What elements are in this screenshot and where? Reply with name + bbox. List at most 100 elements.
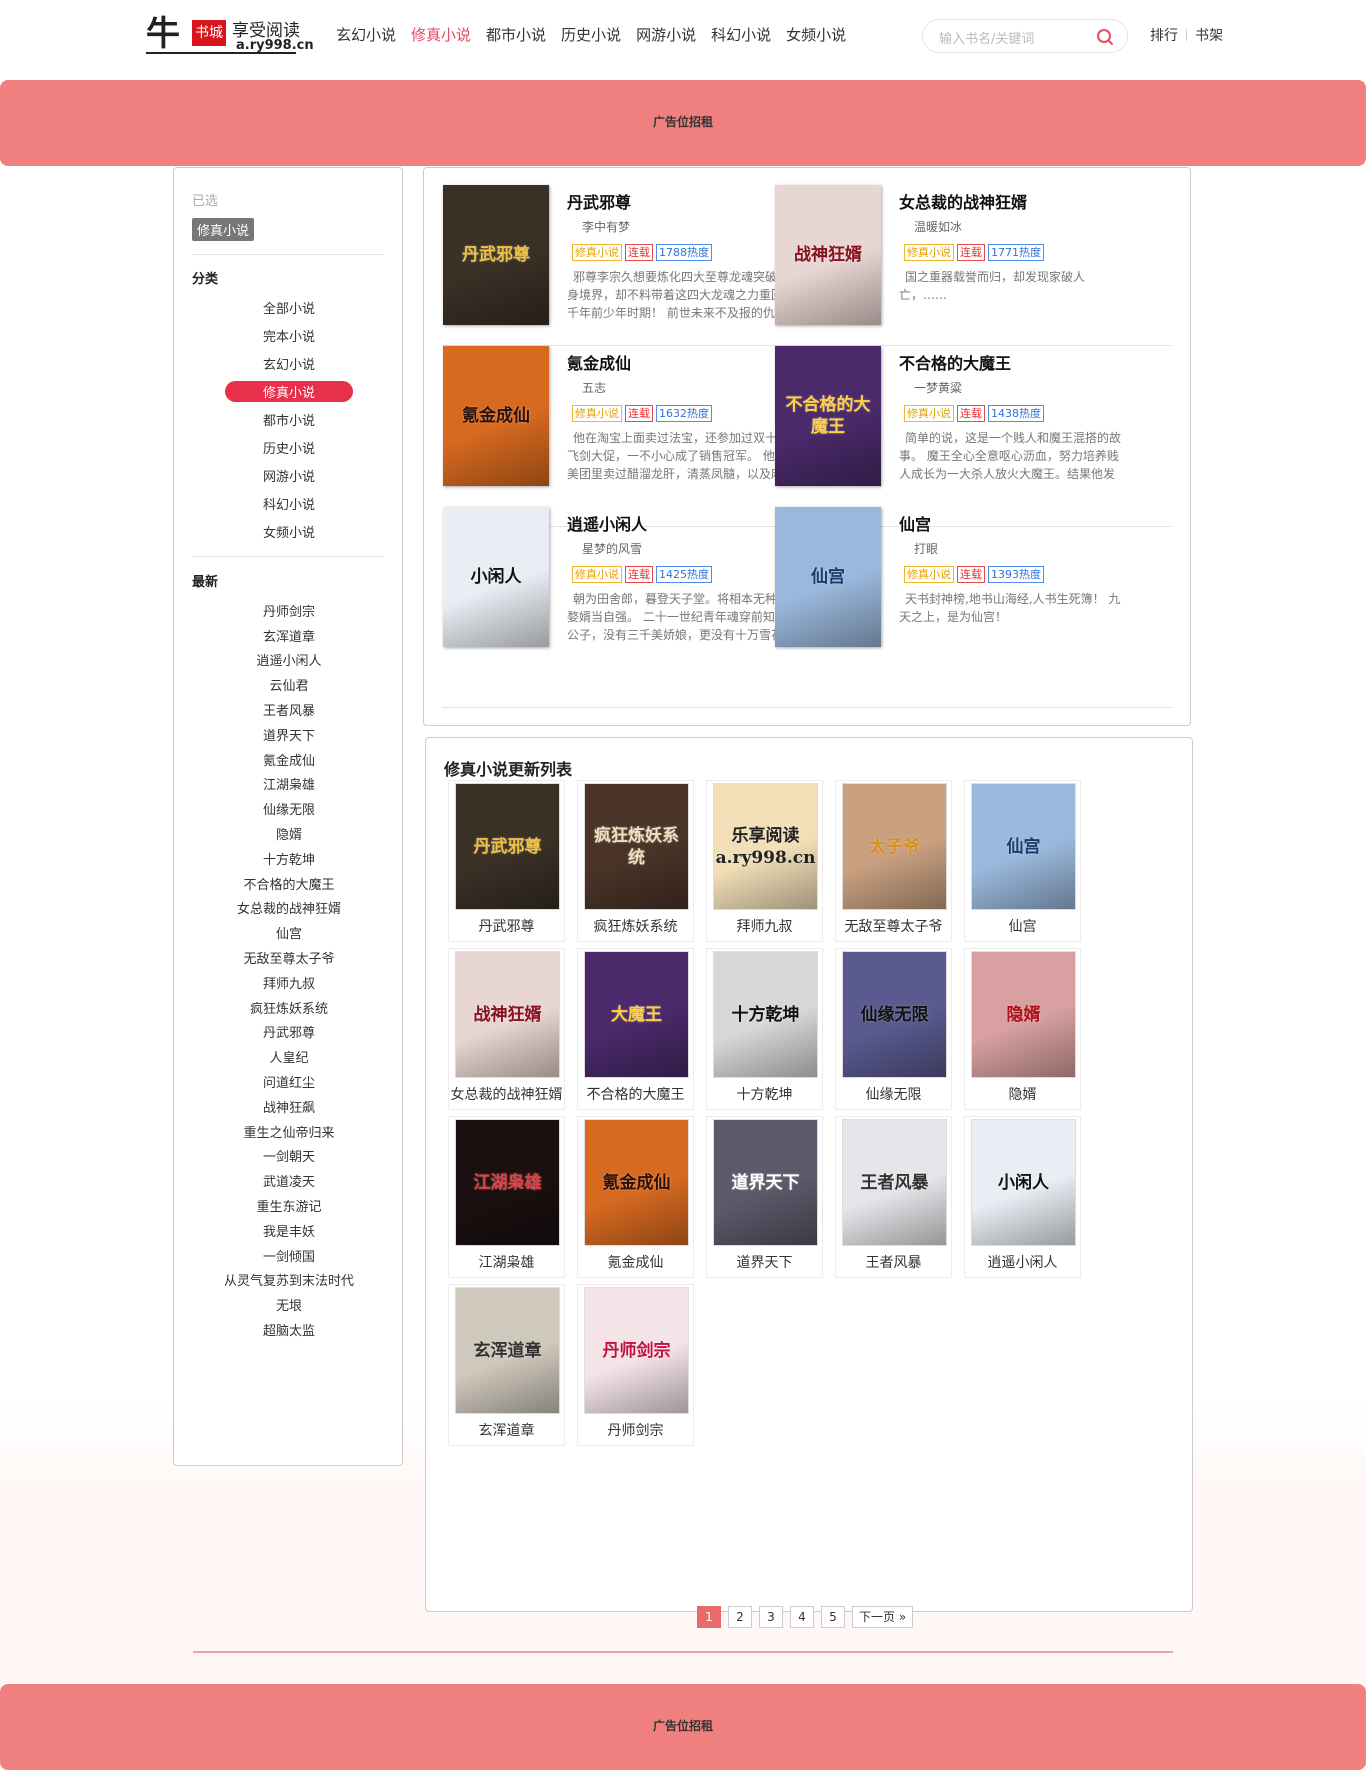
latest-book-link[interactable]: 玄浑道章 bbox=[174, 623, 404, 648]
book-title[interactable]: 王者风暴 bbox=[836, 1252, 951, 1272]
book-title[interactable]: 无敌至尊太子爷 bbox=[836, 916, 951, 936]
book-title[interactable]: 逍遥小闲人 bbox=[965, 1252, 1080, 1272]
latest-book-link[interactable]: 不合格的大魔王 bbox=[174, 871, 404, 896]
featured-book[interactable]: 氪金成仙 氪金成仙 五志 修真小说 连载 1632热度 他在淘宝上面卖过法宝，还参加过双十一… bbox=[424, 329, 795, 486]
book-cover[interactable]: 丹师剑宗 bbox=[584, 1287, 689, 1414]
book-card[interactable]: 十方乾坤 十方乾坤 bbox=[706, 948, 823, 1110]
book-card[interactable]: 江湖枭雄 江湖枭雄 bbox=[448, 1116, 565, 1278]
latest-book-link[interactable]: 女总裁的战神狂婿 bbox=[174, 896, 404, 921]
latest-book-link[interactable]: 我是丰妖 bbox=[174, 1218, 404, 1243]
latest-book-link[interactable]: 战神狂飙 bbox=[174, 1094, 404, 1119]
book-cover[interactable]: 仙宫 bbox=[971, 783, 1076, 910]
book-title[interactable]: 丹师剑宗 bbox=[578, 1420, 693, 1440]
page-button[interactable]: 1 bbox=[697, 1606, 721, 1628]
book-card[interactable]: 疯狂炼妖系统 疯狂炼妖系统 bbox=[577, 780, 694, 942]
book-title[interactable]: 不合格的大魔王 bbox=[578, 1084, 693, 1104]
book-title[interactable]: 女总裁的战神狂婿 bbox=[449, 1084, 564, 1104]
site-logo[interactable]: 牛 书城 享受阅读 a.ry998.cn bbox=[146, 14, 314, 56]
book-cover[interactable]: 玄浑道章 bbox=[455, 1287, 560, 1414]
book-title[interactable]: 氪金成仙 bbox=[567, 350, 631, 374]
book-card[interactable]: 王者风暴 王者风暴 bbox=[835, 1116, 952, 1278]
rank-link[interactable]: 排行 bbox=[1150, 25, 1178, 45]
latest-book-link[interactable]: 重生之仙帝归来 bbox=[174, 1119, 404, 1144]
book-title[interactable]: 隐婿 bbox=[965, 1084, 1080, 1104]
book-card[interactable]: 隐婿 隐婿 bbox=[964, 948, 1081, 1110]
book-cover[interactable]: 江湖枭雄 bbox=[455, 1119, 560, 1246]
sidebar-item[interactable]: 网游小说 bbox=[174, 461, 404, 489]
sidebar-item[interactable]: 完本小说 bbox=[174, 321, 404, 349]
sidebar-item[interactable]: 玄幻小说 bbox=[174, 349, 404, 377]
latest-book-link[interactable]: 问道红尘 bbox=[174, 1069, 404, 1094]
book-title[interactable]: 丹武邪尊 bbox=[449, 916, 564, 936]
latest-book-link[interactable]: 拜师九叔 bbox=[174, 970, 404, 995]
search-icon[interactable] bbox=[1095, 27, 1115, 47]
book-cover[interactable]: 丹武邪尊 bbox=[443, 185, 549, 325]
book-cover[interactable]: 仙缘无限 bbox=[842, 951, 947, 1078]
book-cover[interactable]: 太子爷 bbox=[842, 783, 947, 910]
book-cover[interactable]: 大魔王 bbox=[584, 951, 689, 1078]
latest-book-link[interactable]: 无敌至尊太子爷 bbox=[174, 945, 404, 970]
book-card[interactable]: 仙宫 仙宫 bbox=[964, 780, 1081, 942]
page-button[interactable]: 5 bbox=[821, 1606, 845, 1628]
book-title[interactable]: 十方乾坤 bbox=[707, 1084, 822, 1104]
sidebar-item[interactable]: 全部小说 bbox=[174, 293, 404, 321]
nav-item[interactable]: 科幻小说 bbox=[711, 24, 771, 46]
latest-book-link[interactable]: 隐婿 bbox=[174, 821, 404, 846]
latest-book-link[interactable]: 重生东游记 bbox=[174, 1193, 404, 1218]
latest-book-link[interactable]: 仙宫 bbox=[174, 920, 404, 945]
nav-item[interactable]: 女频小说 bbox=[786, 24, 846, 46]
book-card[interactable]: 战神狂婿 女总裁的战神狂婿 bbox=[448, 948, 565, 1110]
book-card[interactable]: 乐享阅读 a.ry998.cn 拜师九叔 bbox=[706, 780, 823, 942]
latest-book-link[interactable]: 一剑倾国 bbox=[174, 1243, 404, 1268]
ad-banner-top[interactable]: 广告位招租 bbox=[0, 80, 1366, 166]
book-card[interactable]: 丹武邪尊 丹武邪尊 bbox=[448, 780, 565, 942]
nav-item[interactable]: 玄幻小说 bbox=[336, 24, 396, 46]
featured-book[interactable]: 小闲人 逍遥小闲人 星梦的风雪 修真小说 连载 1425热度 朝为田舍郎，暮登天子堂。将相本… bbox=[424, 490, 794, 647]
book-card[interactable]: 太子爷无敌至尊太子爷 bbox=[835, 780, 952, 942]
book-title[interactable]: 逍遥小闲人 bbox=[567, 511, 647, 535]
latest-book-link[interactable]: 人皇纪 bbox=[174, 1044, 404, 1069]
book-cover[interactable]: 不合格的大魔王 bbox=[775, 346, 881, 486]
latest-book-link[interactable]: 超脑太监 bbox=[174, 1317, 404, 1342]
nav-item[interactable]: 都市小说 bbox=[486, 24, 546, 46]
latest-book-link[interactable]: 丹武邪尊 bbox=[174, 1020, 404, 1045]
book-title[interactable]: 江湖枭雄 bbox=[449, 1252, 564, 1272]
latest-book-link[interactable]: 疯狂炼妖系统 bbox=[174, 995, 404, 1020]
book-card[interactable]: 仙缘无限 仙缘无限 bbox=[835, 948, 952, 1110]
book-title[interactable]: 仙宫 bbox=[965, 916, 1080, 936]
ad-banner-bottom[interactable]: 广告位招租 bbox=[0, 1684, 1366, 1770]
search-input[interactable]: 输入书名/关键词 bbox=[939, 28, 1034, 47]
book-card[interactable]: 玄浑道章 玄浑道章 bbox=[448, 1284, 565, 1446]
latest-book-link[interactable]: 云仙君 bbox=[174, 672, 404, 697]
book-title[interactable]: 氪金成仙 bbox=[578, 1252, 693, 1272]
sidebar-item[interactable]: 女频小说 bbox=[174, 517, 404, 545]
latest-book-link[interactable]: 从灵气复苏到末法时代 bbox=[174, 1268, 404, 1293]
book-card[interactable]: 大魔王不合格的大魔王 bbox=[577, 948, 694, 1110]
featured-book[interactable]: 不合格的大魔王 不合格的大魔王 一梦黄粱 修真小说 连载 1438热度 简单的说，这是一个贱… bbox=[756, 329, 1126, 486]
latest-book-link[interactable]: 王者风暴 bbox=[174, 697, 404, 722]
book-cover[interactable]: 仙宫 bbox=[775, 507, 881, 647]
search-box[interactable]: 输入书名/关键词 bbox=[922, 19, 1128, 53]
book-cover[interactable]: 小闲人 bbox=[971, 1119, 1076, 1246]
nav-item[interactable]: 历史小说 bbox=[561, 24, 621, 46]
latest-book-link[interactable]: 江湖枭雄 bbox=[174, 772, 404, 797]
book-cover[interactable]: 十方乾坤 bbox=[713, 951, 818, 1078]
book-title[interactable]: 丹武邪尊 bbox=[567, 189, 631, 213]
next-page-button[interactable]: 下一页 » bbox=[852, 1606, 914, 1628]
book-title[interactable]: 仙缘无限 bbox=[836, 1084, 951, 1104]
book-title[interactable]: 道界天下 bbox=[707, 1252, 822, 1272]
sidebar-item[interactable]: 修真小说 bbox=[174, 377, 404, 405]
book-card[interactable]: 氪金成仙 氪金成仙 bbox=[577, 1116, 694, 1278]
book-title[interactable]: 女总裁的战神狂婿 bbox=[899, 189, 1027, 213]
featured-book[interactable]: 丹武邪尊 丹武邪尊 李中有梦 修真小说 连载 1788热度 邪尊李宗久想要炼化四大至尊龙魂突… bbox=[424, 168, 795, 325]
sidebar-item[interactable]: 都市小说 bbox=[174, 405, 404, 433]
selected-filter-tag[interactable]: 修真小说 bbox=[192, 218, 255, 241]
book-card[interactable]: 丹师剑宗 丹师剑宗 bbox=[577, 1284, 694, 1446]
book-cover[interactable]: 隐婿 bbox=[971, 951, 1076, 1078]
featured-book[interactable]: 战神狂婿 女总裁的战神狂婿 温暖如冰 修真小说 连载 1771热度 国之重器载誉而归，却发现… bbox=[756, 168, 1126, 325]
latest-book-link[interactable]: 一剑朝天 bbox=[174, 1144, 404, 1169]
page-button[interactable]: 2 bbox=[728, 1606, 752, 1628]
book-cover[interactable]: 道界天下 bbox=[713, 1119, 818, 1246]
latest-book-link[interactable]: 逍遥小闲人 bbox=[174, 648, 404, 673]
book-title[interactable]: 玄浑道章 bbox=[449, 1420, 564, 1440]
